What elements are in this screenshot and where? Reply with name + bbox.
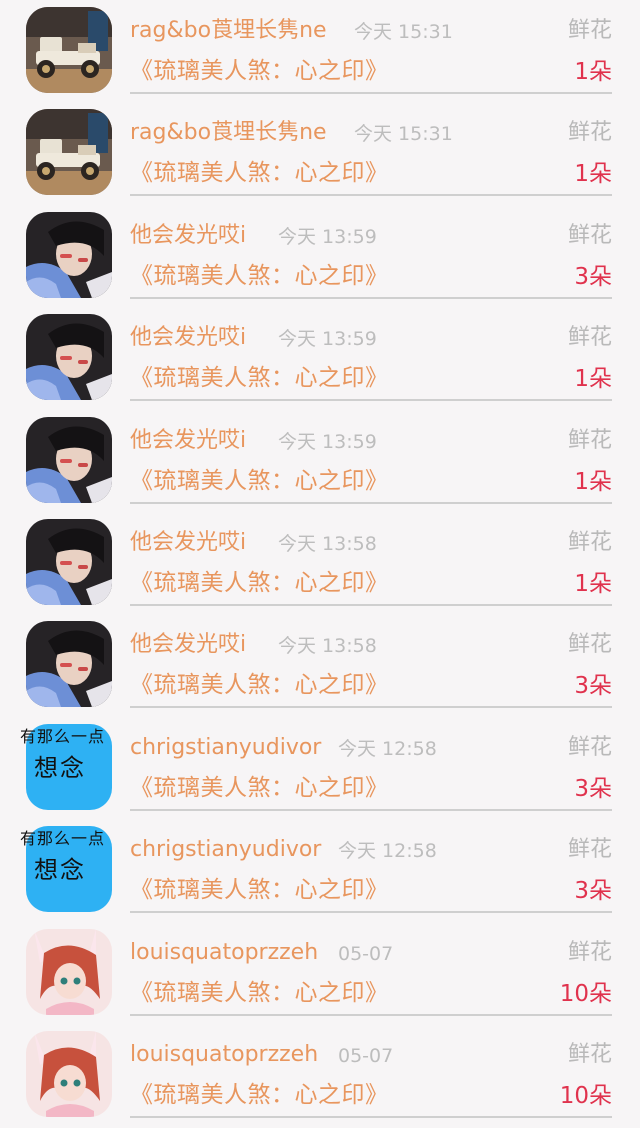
- gift-record-row[interactable]: 有那么一点想念 chrigstianyudivor 今天 12:58 鲜花《琉璃美人煞…: [0, 717, 640, 819]
- gift-type-label: 鲜花: [567, 18, 612, 43]
- timestamp: 今天 13:59: [278, 226, 377, 248]
- book-title: 《琉璃美人煞：心之印》: [130, 672, 389, 698]
- gift-type-label: 鲜花: [567, 1042, 612, 1067]
- gift-record-row[interactable]: 他会发光哎i 今天 13:59 鲜花《琉璃美人煞：心之印》 3朵: [0, 205, 640, 307]
- row-divider: [130, 1014, 612, 1016]
- gift-count: 1朵: [574, 59, 612, 85]
- car-avatar[interactable]: [26, 7, 112, 93]
- gift-count: 1朵: [574, 571, 612, 597]
- gift-record-row[interactable]: louisquatoprzzeh 05-07 鲜花《琉璃美人煞：心之印》 10朵: [0, 1024, 640, 1126]
- row-divider: [130, 502, 612, 504]
- timestamp: 今天 13:59: [278, 328, 377, 350]
- person-avatar[interactable]: [26, 314, 112, 400]
- gift-count: 1朵: [574, 161, 612, 187]
- row-divider: [130, 399, 612, 401]
- username[interactable]: louisquatoprzzeh: [130, 1040, 318, 1070]
- book-title: 《琉璃美人煞：心之印》: [130, 775, 389, 801]
- row-divider: [130, 809, 612, 811]
- username[interactable]: rag&bo莨埋长隽ne: [130, 118, 327, 148]
- gift-record-row[interactable]: 有那么一点想念 chrigstianyudivor 今天 12:58 鲜花《琉璃美人煞…: [0, 819, 640, 921]
- username[interactable]: rag&bo莨埋长隽ne: [130, 16, 327, 46]
- book-title: 《琉璃美人煞：心之印》: [130, 877, 389, 903]
- book-title: 《琉璃美人煞：心之印》: [130, 263, 389, 289]
- person-avatar[interactable]: [26, 212, 112, 298]
- row-divider: [130, 1116, 612, 1118]
- row-divider: [130, 194, 612, 196]
- row-divider: [130, 911, 612, 913]
- row-divider: [130, 92, 612, 94]
- avatar-text-main: 想念: [34, 754, 86, 782]
- gift-count: 1朵: [574, 366, 612, 392]
- gift-count: 3朵: [574, 878, 612, 904]
- username[interactable]: 他会发光哎i: [130, 630, 246, 660]
- timestamp: 05-07: [338, 1045, 394, 1067]
- person-avatar[interactable]: [26, 417, 112, 503]
- row-divider: [130, 297, 612, 299]
- gift-type-label: 鲜花: [567, 428, 612, 453]
- timestamp: 今天 13:58: [278, 533, 377, 555]
- person-avatar[interactable]: [26, 519, 112, 605]
- gift-type-label: 鲜花: [567, 223, 612, 248]
- avatar-text-top: 有那么一点: [20, 829, 106, 848]
- gift-record-row[interactable]: 他会发光哎i 今天 13:58 鲜花《琉璃美人煞：心之印》 1朵: [0, 512, 640, 614]
- gift-type-label: 鲜花: [567, 120, 612, 145]
- username[interactable]: chrigstianyudivor: [130, 835, 321, 865]
- book-title: 《琉璃美人煞：心之印》: [130, 160, 389, 186]
- username[interactable]: louisquatoprzzeh: [130, 938, 318, 968]
- gift-type-label: 鲜花: [567, 940, 612, 965]
- anime-avatar[interactable]: [26, 929, 112, 1015]
- book-title: 《琉璃美人煞：心之印》: [130, 570, 389, 596]
- gift-record-row[interactable]: 他会发光哎i 今天 13:59 鲜花《琉璃美人煞：心之印》 1朵: [0, 410, 640, 512]
- gift-count: 10朵: [559, 981, 612, 1007]
- timestamp: 今天 15:31: [354, 123, 453, 145]
- book-title: 《琉璃美人煞：心之印》: [130, 468, 389, 494]
- anime-avatar[interactable]: [26, 1031, 112, 1117]
- gift-record-row[interactable]: louisquatoprzzeh 05-07 鲜花《琉璃美人煞：心之印》 10朵: [0, 922, 640, 1024]
- timestamp: 今天 15:31: [354, 21, 453, 43]
- row-divider: [130, 706, 612, 708]
- book-title: 《琉璃美人煞：心之印》: [130, 58, 389, 84]
- avatar-text-top: 有那么一点: [20, 727, 106, 746]
- row-divider: [130, 604, 612, 606]
- gift-count: 10朵: [559, 1083, 612, 1109]
- username[interactable]: chrigstianyudivor: [130, 733, 321, 763]
- car-avatar[interactable]: [26, 109, 112, 195]
- gift-count: 3朵: [574, 673, 612, 699]
- gift-count: 1朵: [574, 469, 612, 495]
- username[interactable]: 他会发光哎i: [130, 323, 246, 353]
- gift-record-list: rag&bo莨埋长隽ne 今天 15:31 鲜花 《琉璃美人煞：心之印》 1朵 rag&…: [0, 0, 640, 1128]
- gift-count: 3朵: [574, 776, 612, 802]
- book-title: 《琉璃美人煞：心之印》: [130, 365, 389, 391]
- gift-type-label: 鲜花: [567, 837, 612, 862]
- gift-type-label: 鲜花: [567, 530, 612, 555]
- book-title: 《琉璃美人煞：心之印》: [130, 1082, 389, 1108]
- gift-record-row[interactable]: 他会发光哎i 今天 13:59 鲜花《琉璃美人煞：心之印》 1朵: [0, 307, 640, 409]
- book-title: 《琉璃美人煞：心之印》: [130, 980, 389, 1006]
- timestamp: 今天 13:59: [278, 431, 377, 453]
- gift-record-row[interactable]: 他会发光哎i 今天 13:58 鲜花《琉璃美人煞：心之印》 3朵: [0, 614, 640, 716]
- gift-type-label: 鲜花: [567, 325, 612, 350]
- person-avatar[interactable]: [26, 621, 112, 707]
- timestamp: 今天 12:58: [338, 840, 437, 862]
- gift-type-label: 鲜花: [567, 735, 612, 760]
- timestamp: 05-07: [338, 943, 394, 965]
- gift-record-row[interactable]: rag&bo莨埋长隽ne 今天 15:31 鲜花《琉璃美人煞：心之印》 1朵: [0, 102, 640, 204]
- gift-record-row[interactable]: rag&bo莨埋长隽ne 今天 15:31 鲜花《琉璃美人煞：心之印》 1朵: [0, 0, 640, 102]
- avatar-text-main: 想念: [34, 856, 86, 884]
- timestamp: 今天 12:58: [338, 738, 437, 760]
- username[interactable]: 他会发光哎i: [130, 426, 246, 456]
- username[interactable]: 他会发光哎i: [130, 528, 246, 558]
- username[interactable]: 他会发光哎i: [130, 221, 246, 251]
- gift-count: 3朵: [574, 264, 612, 290]
- gift-type-label: 鲜花: [567, 632, 612, 657]
- timestamp: 今天 13:58: [278, 635, 377, 657]
